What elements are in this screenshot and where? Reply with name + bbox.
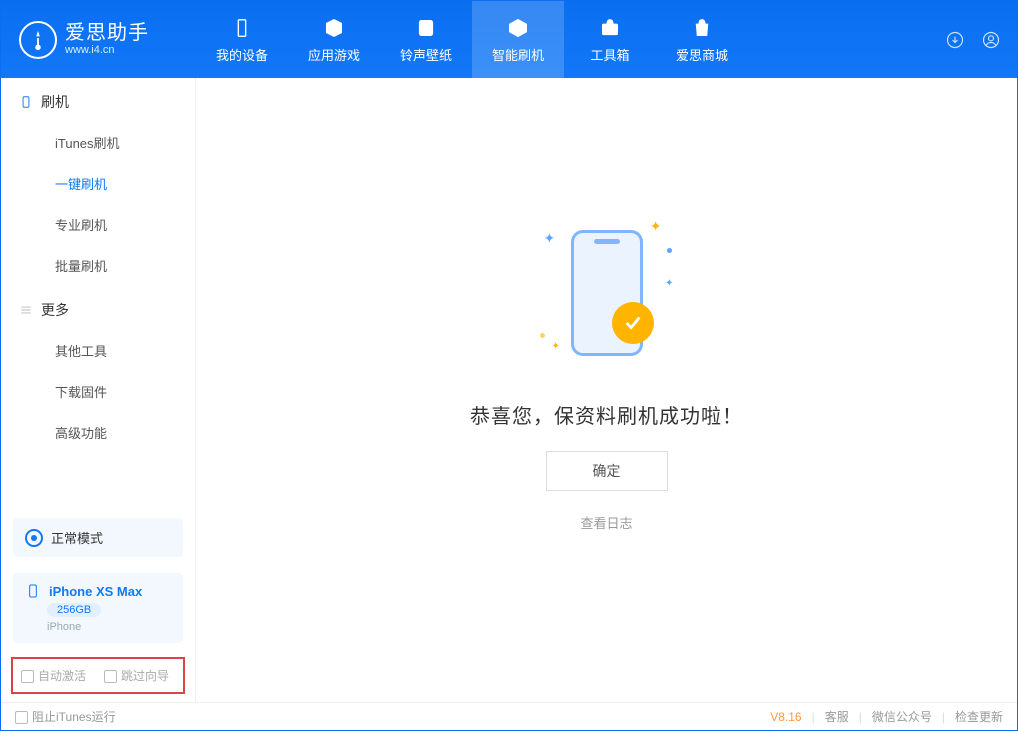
app-header: 爱思助手 www.i4.cn 我的设备 应用游戏 铃声壁纸 智能刷机 工具箱 爱…: [1, 1, 1017, 78]
sparkle-icon: ✦: [665, 278, 673, 289]
user-icon[interactable]: [979, 28, 1003, 52]
version-label: V8.16: [770, 710, 801, 724]
dot-icon: [667, 248, 672, 253]
lock-icon[interactable]: [937, 7, 945, 11]
footer-link-update[interactable]: 检查更新: [955, 708, 1003, 725]
bag-icon: [690, 16, 714, 40]
app-title: 爱思助手: [65, 22, 149, 44]
nav-label: 铃声壁纸: [400, 45, 452, 64]
nav-label: 我的设备: [216, 45, 268, 64]
checkbox-label: 自动激活: [38, 669, 86, 683]
minimize-button[interactable]: [969, 7, 977, 11]
checkbox-skip-guide[interactable]: 跳过向导: [104, 667, 169, 684]
nav-label: 应用游戏: [308, 45, 360, 64]
checkbox-auto-activate[interactable]: 自动激活: [21, 667, 86, 684]
sidebar-section-more: 更多: [1, 286, 195, 330]
header-right: [943, 28, 1017, 52]
app-logo: 爱思助手 www.i4.cn: [1, 21, 196, 59]
sidebar-item-oneclick-flash[interactable]: 一键刷机: [1, 163, 195, 204]
section-title: 刷机: [41, 92, 69, 112]
refresh-icon: [506, 16, 530, 40]
ok-button[interactable]: 确定: [546, 451, 668, 491]
success-illustration: ✦ ✦ ✦ ✦: [522, 208, 692, 378]
nav-store[interactable]: 爱思商城: [656, 1, 748, 78]
sidebar: 刷机 iTunes刷机 一键刷机 专业刷机 批量刷机 更多 其他工具 下载固件 …: [1, 78, 196, 702]
sidebar-section-flash: 刷机: [1, 78, 195, 122]
check-badge-icon: [612, 302, 654, 344]
nav-label: 智能刷机: [492, 45, 544, 64]
top-nav: 我的设备 应用游戏 铃声壁纸 智能刷机 工具箱 爱思商城: [196, 1, 748, 78]
sidebar-item-pro-flash[interactable]: 专业刷机: [1, 204, 195, 245]
nav-label: 爱思商城: [676, 45, 728, 64]
success-message: 恭喜您，保资料刷机成功啦！: [470, 400, 743, 429]
logo-icon: [19, 21, 57, 59]
device-name: iPhone XS Max: [49, 584, 142, 599]
footer-link-support[interactable]: 客服: [825, 708, 849, 725]
nav-label: 工具箱: [590, 45, 629, 64]
sidebar-item-firmware[interactable]: 下载固件: [1, 371, 195, 412]
mode-card[interactable]: 正常模式: [13, 518, 183, 557]
sparkle-icon: ✦: [552, 341, 560, 352]
status-bar: 阻止iTunes运行 V8.16 | 客服 | 微信公众号 | 检查更新: [1, 702, 1017, 730]
device-card[interactable]: iPhone XS Max 256GB iPhone: [13, 573, 183, 643]
mode-icon: [25, 529, 43, 547]
music-icon: [414, 16, 438, 40]
main-content: ✦ ✦ ✦ ✦ 恭喜您，保资料刷机成功啦！ 确定 查看日志: [196, 78, 1017, 702]
mode-label: 正常模式: [51, 528, 103, 547]
device-type: iPhone: [47, 621, 81, 633]
sidebar-item-advanced[interactable]: 高级功能: [1, 412, 195, 453]
footer-link-wechat[interactable]: 微信公众号: [872, 708, 932, 725]
checkbox-label: 跳过向导: [121, 669, 169, 683]
checkbox-label: 阻止iTunes运行: [32, 710, 116, 724]
device-capacity-badge: 256GB: [47, 603, 101, 617]
dot-icon: [540, 333, 545, 338]
sparkle-icon: ✦: [650, 218, 662, 235]
download-icon[interactable]: [943, 28, 967, 52]
app-subtitle: www.i4.cn: [65, 44, 149, 56]
close-button[interactable]: [1001, 7, 1009, 11]
sidebar-item-itunes-flash[interactable]: iTunes刷机: [1, 122, 195, 163]
cube-icon: [322, 16, 346, 40]
flash-options-highlight: 自动激活 跳过向导: [11, 657, 185, 694]
toolbox-icon: [598, 16, 622, 40]
checkbox-block-itunes[interactable]: 阻止iTunes运行: [15, 708, 116, 725]
sidebar-item-other-tools[interactable]: 其他工具: [1, 330, 195, 371]
nav-flash[interactable]: 智能刷机: [472, 1, 564, 78]
nav-toolbox[interactable]: 工具箱: [564, 1, 656, 78]
nav-ringtone[interactable]: 铃声壁纸: [380, 1, 472, 78]
sparkle-icon: ✦: [544, 230, 556, 247]
window-controls: [921, 7, 1009, 11]
sidebar-item-batch-flash[interactable]: 批量刷机: [1, 245, 195, 286]
menu-icon[interactable]: [953, 7, 961, 11]
shirt-icon[interactable]: [921, 7, 929, 11]
view-log-link[interactable]: 查看日志: [580, 513, 632, 532]
nav-apps[interactable]: 应用游戏: [288, 1, 380, 78]
nav-my-device[interactable]: 我的设备: [196, 1, 288, 78]
section-title: 更多: [41, 300, 69, 320]
maximize-button[interactable]: [985, 7, 993, 11]
device-icon: [230, 16, 254, 40]
